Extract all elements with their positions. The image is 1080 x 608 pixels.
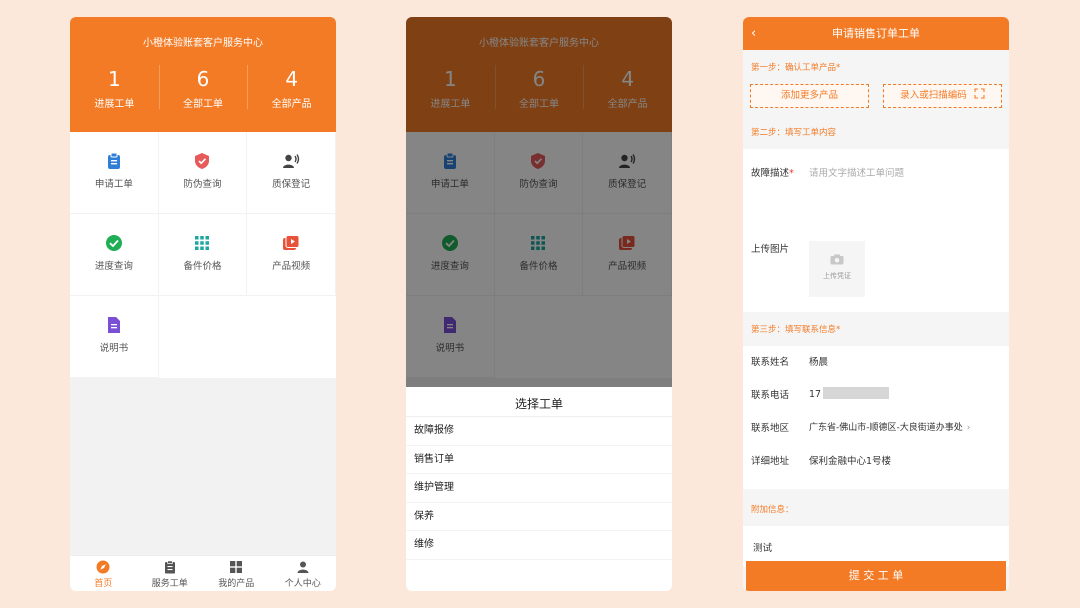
apps-icon — [230, 561, 243, 573]
document-icon — [107, 317, 120, 333]
page-title: 小橙体验账套客户服务中心 — [143, 38, 263, 49]
button-label: 录入或扫描编码 — [900, 90, 967, 101]
option-upkeep[interactable]: 保养 — [406, 503, 672, 531]
back-arrow-icon[interactable]: ‹ — [751, 17, 756, 50]
option-maintenance-management[interactable]: 维护管理 — [406, 474, 672, 503]
tab-my-products[interactable]: 我的产品 — [203, 556, 270, 591]
modal-backdrop[interactable] — [406, 17, 672, 387]
field-label: 联系地区 — [751, 423, 790, 434]
person-icon — [297, 561, 309, 573]
grid-item-label: 产品视频 — [272, 261, 311, 272]
stat-all-products[interactable]: 4 全部产品 — [247, 65, 336, 110]
stat-label: 全部产品 — [271, 99, 312, 110]
feature-grid: 申请工单 防伪查询 质保登记 进度查询 备件价格 产品视频 说明书 — [70, 132, 336, 378]
shield-icon — [195, 153, 210, 169]
grid-item-warranty[interactable]: 质保登记 — [247, 132, 336, 214]
region-text: 广东省-佛山市-顺德区-大良街道办事处 — [809, 423, 963, 433]
submit-order-button[interactable]: 提 交 工 单 — [746, 561, 1006, 591]
add-more-products-button[interactable]: 添加更多产品 — [750, 84, 869, 108]
field-label: 联系电话 — [751, 390, 790, 401]
grid-item-manual[interactable]: 说明书 — [70, 296, 159, 378]
tab-label: 首页 — [94, 579, 113, 589]
step-3-heading: 第三步：填写联系信息* — [751, 325, 841, 335]
extra-info-field[interactable]: 测试 — [743, 526, 1009, 566]
grid-item-parts-price[interactable]: 备件价格 — [158, 214, 248, 296]
tab-home[interactable]: 首页 — [70, 556, 137, 591]
step-1-heading: 第一步：确认工单产品* — [751, 63, 841, 73]
grid-item-label: 质保登记 — [272, 179, 311, 190]
field-label: 故障描述* — [751, 165, 809, 179]
grid-empty-cell — [159, 296, 248, 378]
camera-icon — [830, 254, 844, 265]
field-label: 上传图片 — [751, 244, 790, 255]
video-icon — [283, 235, 300, 250]
contact-name-input[interactable]: 杨晨 — [809, 354, 1001, 368]
home-screen: 小橙体验账套客户服务中心 1 进展工单 6 全部工单 4 全部产品 申请工单 防伪查询… — [70, 17, 336, 591]
grid-icon — [195, 236, 210, 250]
home-header: 小橙体验账套客户服务中心 1 进展工单 6 全部工单 4 全部产品 — [70, 17, 336, 132]
nav-bar: ‹ 申请销售订单工单 — [743, 17, 1009, 50]
extra-info-heading: 附加信息： — [751, 505, 794, 515]
grid-item-apply-order[interactable]: 申请工单 — [70, 132, 159, 214]
sales-order-form-screen: ‹ 申请销售订单工单 第一步：确认工单产品* 添加更多产品 录入或扫描编码 第二… — [743, 17, 1009, 591]
stat-label: 全部工单 — [183, 99, 223, 110]
label-text: 故障描述 — [751, 168, 790, 179]
grid-item-anti-fake[interactable]: 防伪查询 — [158, 132, 248, 214]
extra-info-value: 测试 — [753, 543, 773, 554]
user-voice-icon — [283, 154, 300, 168]
grid-item-label: 申请工单 — [94, 179, 133, 190]
address-input[interactable]: 保利金融中心1号楼 — [809, 453, 1001, 467]
region-picker[interactable]: 广东省-佛山市-顺德区-大良街道办事处 › — [809, 420, 1001, 433]
tab-label: 个人中心 — [284, 579, 321, 589]
field-label: 详细地址 — [751, 456, 790, 467]
upload-image-button[interactable]: 上传凭证 — [809, 241, 865, 297]
option-fault-repair[interactable]: 故障报修 — [406, 417, 672, 446]
phone-text: 17 — [809, 389, 822, 400]
option-sales-order[interactable]: 销售订单 — [406, 446, 672, 474]
step-2-heading: 第二步：填写工单内容 — [751, 128, 837, 138]
check-circle-icon — [105, 235, 122, 251]
content-form: 故障描述* 请用文字描述工单问题 上传图片 上传凭证 — [743, 149, 1009, 312]
order-type-picker-screen: 小橙体验账套客户服务中心 1 进展工单 6 全部工单 4 全部产品 申请工单 防伪查询… — [406, 17, 672, 591]
clipboard-icon — [107, 152, 120, 169]
grid-item-label: 进度查询 — [94, 261, 133, 272]
stat-all-orders[interactable]: 6 全部工单 — [158, 65, 248, 110]
bottom-tab-bar: 首页 服务工单 我的产品 个人中心 — [70, 555, 336, 591]
button-label: 添加更多产品 — [780, 90, 838, 101]
clipboard-list-icon — [164, 560, 175, 574]
grid-item-label: 防伪查询 — [183, 179, 222, 190]
scan-code-button[interactable]: 录入或扫描编码 — [883, 84, 1002, 108]
stat-label: 进展工单 — [94, 99, 135, 110]
grid-item-product-video[interactable]: 产品视频 — [247, 214, 336, 296]
stat-number: 1 — [107, 67, 121, 91]
scan-icon — [974, 88, 985, 99]
action-sheet: 选择工单 故障报修 销售订单 维护管理 保养 维修 — [406, 387, 672, 591]
grid-item-progress[interactable]: 进度查询 — [70, 214, 159, 296]
action-sheet-title: 选择工单 — [406, 387, 672, 417]
contact-phone-input[interactable]: 17 — [809, 387, 1001, 400]
required-marker: * — [789, 168, 794, 179]
page-title: 申请销售订单工单 — [832, 27, 920, 40]
stat-number: 6 — [196, 67, 210, 91]
stat-in-progress[interactable]: 1 进展工单 — [70, 65, 159, 110]
field-label: 联系姓名 — [751, 357, 790, 368]
tab-label: 我的产品 — [218, 579, 255, 589]
upload-hint: 上传凭证 — [823, 272, 851, 280]
grid-item-label: 备件价格 — [183, 261, 222, 272]
redacted-block — [823, 387, 890, 399]
compass-icon — [96, 560, 110, 574]
description-textarea[interactable]: 请用文字描述工单问题 — [809, 165, 1001, 179]
tab-service-orders[interactable]: 服务工单 — [137, 556, 204, 591]
grid-item-label: 说明书 — [99, 343, 129, 354]
option-repair[interactable]: 维修 — [406, 531, 672, 560]
grid-empty-cell — [247, 296, 336, 378]
contact-form: 联系姓名 杨晨 联系电话 17 联系地区 广东省-佛山市-顺德区-大良街道办事处 › 详… — [743, 346, 1009, 489]
stat-number: 4 — [285, 67, 299, 91]
chevron-right-icon: › — [966, 423, 971, 433]
tab-profile[interactable]: 个人中心 — [270, 556, 337, 591]
tab-label: 服务工单 — [151, 579, 188, 589]
